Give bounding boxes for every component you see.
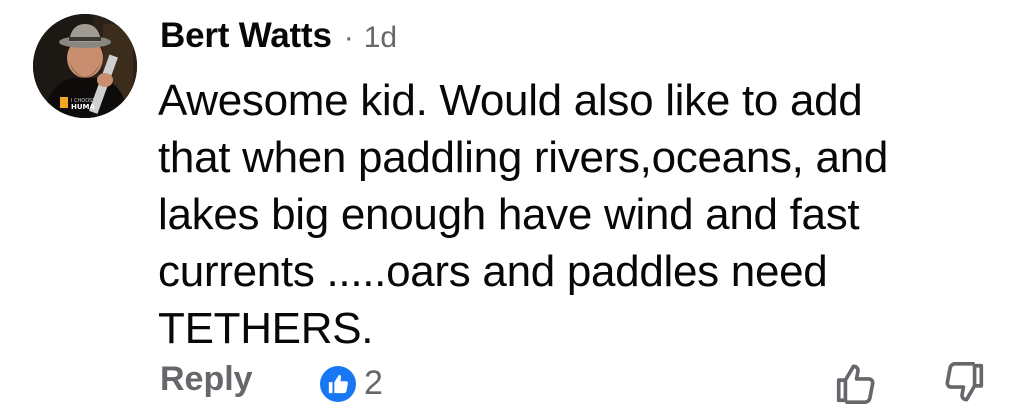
like-icon	[320, 365, 356, 402]
comment-header: Bert Watts · 1d	[160, 16, 397, 64]
comment-text: Awesome kid. Would also like to add that…	[158, 76, 889, 353]
comment-timestamp[interactable]: 1d	[364, 21, 397, 55]
avatar-image: I CHOOSE HUMA	[33, 14, 137, 118]
downvote-button[interactable]	[942, 360, 988, 406]
header-separator: ·	[343, 21, 354, 54]
comment: I CHOOSE HUMA Bert Watts · 1d Awesome ki…	[0, 0, 1024, 413]
reaction-summary[interactable]: 2	[320, 364, 383, 403]
avatar-badge-line2: HUMA	[71, 103, 96, 111]
comment-actions: Reply 2	[160, 358, 990, 412]
thumbs-up-outline-icon	[836, 364, 875, 404]
author-name[interactable]: Bert Watts	[160, 16, 332, 56]
avatar[interactable]: I CHOOSE HUMA	[33, 14, 137, 118]
thumbs-down-outline-icon	[945, 362, 984, 402]
reply-button[interactable]: Reply	[160, 360, 253, 399]
reaction-count: 2	[364, 364, 383, 402]
upvote-button[interactable]	[832, 360, 878, 406]
